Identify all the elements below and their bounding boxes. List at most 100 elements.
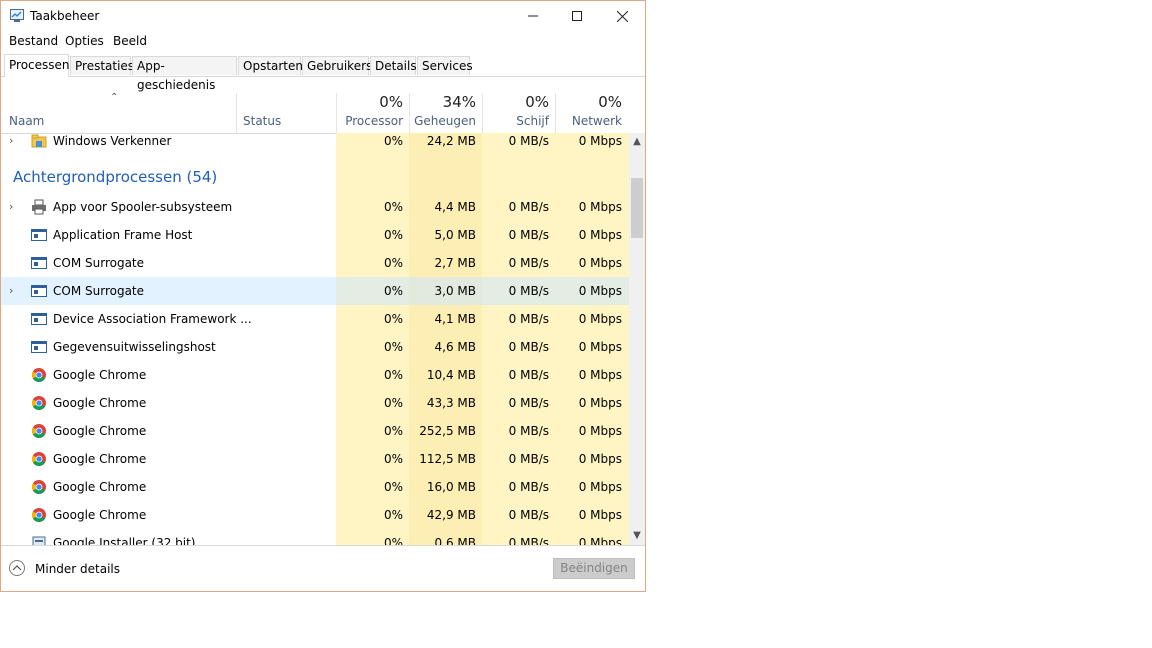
memory-total: 34% <box>442 93 476 111</box>
process-row[interactable]: Google Chrome 0% 42,9 MB 0 MB/s 0 Mbps <box>1 501 629 529</box>
process-row[interactable]: Google Chrome 0% 43,3 MB 0 MB/s 0 Mbps <box>1 389 629 417</box>
process-memory: 10,4 MB <box>426 368 476 382</box>
tab-services[interactable]: Services <box>417 56 473 75</box>
process-network: 0 Mbps <box>578 536 622 545</box>
tab-strip: Processen Prestaties App-geschiedenis Op… <box>1 54 645 92</box>
process-memory: 24,2 MB <box>426 134 476 148</box>
chrome-icon <box>31 507 47 523</box>
process-row[interactable]: Device Association Framework ... 0% 4,1 MB… <box>1 305 629 333</box>
expand-chevron-icon[interactable]: › <box>9 200 13 213</box>
menu-beeld[interactable]: Beeld <box>113 34 147 48</box>
process-name: Google Chrome <box>53 396 147 410</box>
scroll-up-icon[interactable]: ▲ <box>629 134 645 150</box>
window-icon <box>31 283 47 299</box>
tab-prestaties[interactable]: Prestaties <box>70 56 134 75</box>
process-row[interactable]: Google Chrome 0% 10,4 MB 0 MB/s 0 Mbps <box>1 361 629 389</box>
menu-bestand[interactable]: Bestand <box>9 34 58 48</box>
process-disk: 0 MB/s <box>508 284 549 298</box>
column-processor[interactable]: Processor <box>341 114 403 128</box>
process-row[interactable]: Google Chrome 0% 16,0 MB 0 MB/s 0 Mbps <box>1 473 629 501</box>
tab-gebruikers[interactable]: Gebruikers <box>302 56 372 75</box>
tab-app-geschiedenis[interactable]: App-geschiedenis <box>132 56 237 92</box>
process-network: 0 Mbps <box>578 200 622 214</box>
scroll-down-icon[interactable]: ▼ <box>629 528 645 544</box>
group-header-background[interactable]: Achtergrondprocessen (54) <box>13 168 217 186</box>
maximize-icon <box>572 11 582 21</box>
process-disk: 0 MB/s <box>508 396 549 410</box>
column-naam[interactable]: Naam <box>9 114 44 128</box>
process-disk: 0 MB/s <box>508 424 549 438</box>
process-cpu: 0% <box>383 480 403 494</box>
process-disk: 0 MB/s <box>508 340 549 354</box>
footer: Minder details Beëindigen <box>1 545 645 591</box>
expand-chevron-icon[interactable]: › <box>9 134 13 147</box>
column-netwerk[interactable]: Netwerk <box>561 114 622 128</box>
process-cpu: 0% <box>383 134 403 148</box>
tab-details[interactable]: Details <box>370 56 417 75</box>
process-row[interactable]: Gegevensuitwisselingshost 0% 4,6 MB 0 MB/s 0… <box>1 333 629 361</box>
process-row[interactable]: › App voor Spooler-subsysteem 0% 4,4 MB 0 MB… <box>1 193 629 221</box>
less-details-link[interactable]: Minder details <box>35 562 120 576</box>
window-icon <box>31 339 47 355</box>
process-row[interactable]: Google Installer (32 bit) 0% 0,6 MB 0 MB/s 0… <box>1 529 629 545</box>
task-manager-icon <box>10 9 24 22</box>
process-memory: 5,0 MB <box>434 228 476 242</box>
end-task-button[interactable]: Beëindigen <box>553 558 635 579</box>
process-memory: 43,3 MB <box>426 396 476 410</box>
minimize-button[interactable] <box>510 1 556 31</box>
process-disk: 0 MB/s <box>508 200 549 214</box>
process-row[interactable]: Google Chrome 0% 112,5 MB 0 MB/s 0 Mbps <box>1 445 629 473</box>
maximize-button[interactable] <box>554 1 600 31</box>
column-divider[interactable] <box>409 93 410 133</box>
column-divider[interactable] <box>336 93 337 133</box>
process-row[interactable]: › COM Surrogate 0% 3,0 MB 0 MB/s 0 Mbps <box>1 277 629 305</box>
window-icon <box>31 255 47 271</box>
tab-processen[interactable]: Processen <box>4 54 70 77</box>
vertical-scrollbar[interactable]: ▲ ▼ <box>629 133 645 545</box>
collapse-details-icon[interactable] <box>9 560 25 576</box>
process-memory: 4,6 MB <box>434 340 476 354</box>
folder-icon <box>31 133 47 149</box>
process-memory: 2,7 MB <box>434 256 476 270</box>
menu-opties[interactable]: Opties <box>65 34 104 48</box>
column-divider[interactable] <box>236 93 237 133</box>
process-cpu: 0% <box>383 256 403 270</box>
process-disk: 0 MB/s <box>508 452 549 466</box>
process-name: Google Chrome <box>53 452 147 466</box>
process-name: Device Association Framework ... <box>53 312 252 326</box>
process-row[interactable]: Google Chrome 0% 252,5 MB 0 MB/s 0 Mbps <box>1 417 629 445</box>
column-status[interactable]: Status <box>243 114 281 128</box>
column-schijf[interactable]: Schijf <box>487 114 549 128</box>
chrome-icon <box>31 423 47 439</box>
tab-opstarten[interactable]: Opstarten <box>238 56 303 75</box>
scrollbar-thumb[interactable] <box>631 178 643 238</box>
process-cpu: 0% <box>383 284 403 298</box>
printer-icon <box>31 199 47 215</box>
process-name: COM Surrogate <box>53 256 145 270</box>
process-memory: 42,9 MB <box>426 508 476 522</box>
chrome-icon <box>31 367 47 383</box>
window-icon <box>31 311 47 327</box>
process-disk: 0 MB/s <box>508 508 549 522</box>
process-network: 0 Mbps <box>578 480 622 494</box>
process-name: Google Installer (32 bit) <box>53 536 196 545</box>
process-network: 0 Mbps <box>578 396 622 410</box>
process-cpu: 0% <box>383 312 403 326</box>
expand-chevron-icon[interactable]: › <box>9 284 13 297</box>
minimize-icon <box>528 15 538 17</box>
process-name: App voor Spooler-subsysteem <box>53 200 233 214</box>
process-disk: 0 MB/s <box>508 480 549 494</box>
process-row[interactable]: COM Surrogate 0% 2,7 MB 0 MB/s 0 Mbps <box>1 249 629 277</box>
column-geheugen[interactable]: Geheugen <box>413 114 476 128</box>
process-memory: 3,0 MB <box>434 284 476 298</box>
column-divider[interactable] <box>555 93 556 133</box>
close-button[interactable] <box>599 1 645 31</box>
process-row[interactable]: › Windows Verkenner 0% 24,2 MB 0 MB/s 0 Mbps <box>1 133 629 155</box>
installer-icon <box>31 535 47 545</box>
process-disk: 0 MB/s <box>508 228 549 242</box>
title-bar[interactable]: Taakbeheer <box>1 1 645 31</box>
process-row[interactable]: Application Frame Host 0% 5,0 MB 0 MB/s 0 Mb… <box>1 221 629 249</box>
chrome-icon <box>31 395 47 411</box>
process-cpu: 0% <box>383 452 403 466</box>
column-divider[interactable] <box>482 93 483 133</box>
